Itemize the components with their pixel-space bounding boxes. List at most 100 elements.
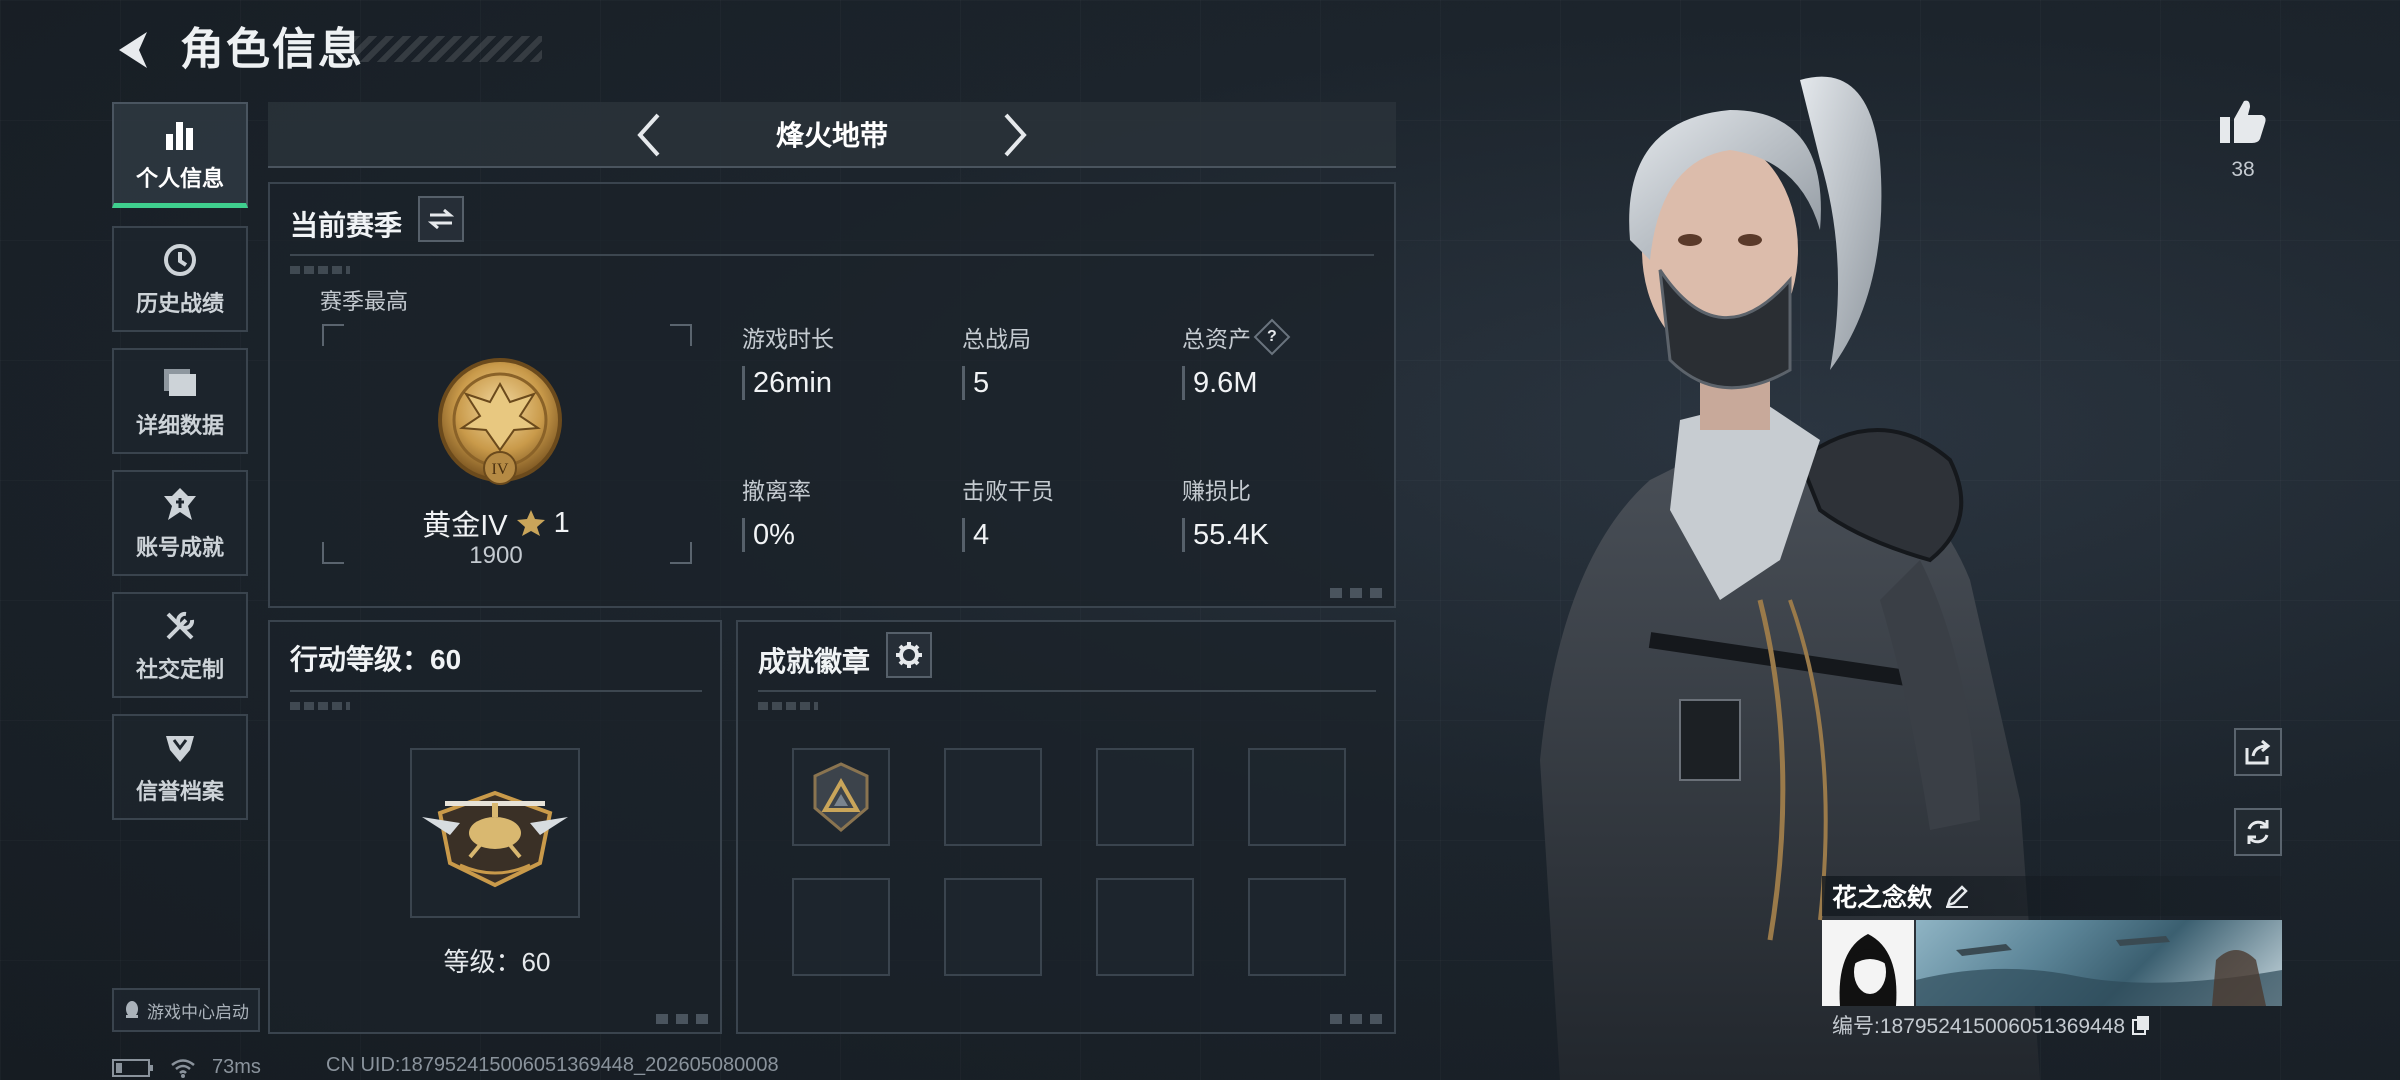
stat-value: 0% bbox=[753, 518, 795, 551]
badge-slot-2[interactable] bbox=[944, 748, 1042, 846]
mode-title: 烽火地带 bbox=[775, 120, 888, 151]
frame-corner bbox=[322, 324, 344, 346]
decorative-lines bbox=[758, 702, 818, 710]
sidebar-item-history[interactable]: 历史战绩 bbox=[112, 226, 248, 332]
stat-value: 9.6M bbox=[1193, 366, 1258, 399]
season-best-label: 赛季最高 bbox=[320, 289, 409, 314]
back-arrow-icon bbox=[119, 32, 147, 68]
stat-label: 游戏时长 bbox=[742, 326, 834, 352]
sidebar-item-reputation[interactable]: 信誉档案 bbox=[112, 714, 248, 820]
refresh-button[interactable] bbox=[2234, 808, 2282, 856]
chevron-right-icon bbox=[1004, 113, 1027, 157]
star-icon bbox=[516, 510, 545, 536]
current-season-panel: 当前赛季 赛季最高 IV 黄金IV 1 1900 游戏时长 26min 总战局 … bbox=[268, 182, 1396, 608]
wifi-icon bbox=[171, 1058, 195, 1078]
share-button[interactable] bbox=[2234, 728, 2282, 776]
thumbs-up-icon bbox=[2220, 100, 2266, 143]
rank-stars: 1 bbox=[553, 506, 570, 539]
panel-decoration bbox=[656, 1014, 712, 1024]
tools-icon bbox=[160, 606, 200, 646]
emblem-numeral: IV bbox=[492, 461, 509, 478]
previous-mode-button[interactable] bbox=[626, 112, 672, 158]
sidebar-item-social-custom[interactable]: 社交定制 bbox=[112, 592, 248, 698]
season-switch-button[interactable] bbox=[418, 196, 464, 242]
helicopter-level-emblem bbox=[422, 790, 568, 888]
like-button[interactable] bbox=[2214, 92, 2272, 150]
badges-title: 成就徽章 bbox=[758, 646, 871, 677]
stat-value: 5 bbox=[973, 366, 990, 399]
profile-banner[interactable] bbox=[1916, 920, 2282, 1006]
swap-arrows-icon bbox=[428, 208, 454, 230]
refresh-icon bbox=[2247, 820, 2269, 844]
player-id-row: 编号:187952415006051369448 bbox=[1832, 1010, 2151, 1040]
bar-chart-icon bbox=[160, 115, 200, 155]
rank-name-row: 黄金IV 1 bbox=[270, 502, 722, 544]
stat-bar bbox=[742, 366, 745, 400]
decorative-lines bbox=[290, 266, 350, 274]
sidebar-item-label: 历史战绩 bbox=[135, 291, 224, 316]
action-level-title: 行动等级：60 bbox=[290, 644, 462, 675]
stat-operators-defeated: 击败干员 4 bbox=[962, 472, 1054, 552]
badge-slot-7[interactable] bbox=[1096, 878, 1194, 976]
stat-total-matches: 总战局 5 bbox=[962, 320, 1031, 400]
player-name: 花之念欸 bbox=[1832, 884, 1933, 912]
action-level-panel: 行动等级：60 等级：60 bbox=[268, 620, 722, 1034]
sidebar-item-label: 信誉档案 bbox=[135, 779, 224, 804]
mode-selector: 烽火地带 bbox=[268, 102, 1396, 168]
chevron-left-icon bbox=[637, 113, 660, 157]
next-mode-button[interactable] bbox=[992, 112, 1038, 158]
stat-label: 总战局 bbox=[962, 326, 1031, 352]
level-label: 等级：60 bbox=[443, 947, 551, 977]
badges-divider bbox=[758, 690, 1376, 692]
sidebar-item-label: 账号成就 bbox=[135, 535, 224, 560]
badge-slot-3[interactable] bbox=[1096, 748, 1194, 846]
gold-rank-emblem: IV bbox=[430, 350, 570, 500]
panel-decoration bbox=[1330, 1014, 1386, 1024]
avatar[interactable] bbox=[1822, 920, 1914, 1006]
season-divider bbox=[290, 254, 1374, 256]
season-title: 当前赛季 bbox=[290, 210, 403, 241]
achievement-medal-icon bbox=[160, 484, 200, 524]
help-button[interactable]: ? bbox=[1253, 318, 1291, 356]
folder-icon bbox=[160, 362, 200, 402]
badge-slot-4[interactable] bbox=[1248, 748, 1346, 846]
share-icon bbox=[2245, 739, 2271, 765]
sidebar-item-detailed-data[interactable]: 详细数据 bbox=[112, 348, 248, 454]
history-clock-icon bbox=[160, 240, 200, 280]
level-emblem-frame bbox=[410, 748, 580, 918]
copy-icon[interactable] bbox=[2131, 1014, 2151, 1036]
level-divider bbox=[290, 690, 702, 692]
stat-profit-loss-ratio: 赚损比 55.4K bbox=[1182, 472, 1269, 552]
game-center-launch-button[interactable]: 游戏中心启动 bbox=[112, 988, 260, 1032]
badge-settings-button[interactable] bbox=[886, 632, 932, 678]
like-count: 38 bbox=[2231, 158, 2255, 181]
stat-play-time: 游戏时长 26min bbox=[742, 320, 834, 400]
stat-bar bbox=[1182, 518, 1185, 552]
sidebar-item-personal-info[interactable]: 个人信息 bbox=[112, 102, 248, 208]
panel-decoration bbox=[1330, 588, 1386, 598]
stat-bar bbox=[962, 518, 965, 552]
badge-slot-1[interactable] bbox=[792, 748, 890, 846]
profile-name-bar: 花之念欸 bbox=[1822, 876, 2282, 916]
edit-pencil-icon[interactable] bbox=[1944, 883, 1970, 909]
battery-icon bbox=[112, 1058, 153, 1077]
sidebar-item-label: 个人信息 bbox=[135, 165, 224, 191]
uid-text: CN UID:187952415006051369448_20260508000… bbox=[326, 1054, 779, 1076]
stat-label: 撤离率 bbox=[742, 478, 811, 504]
qq-penguin-icon bbox=[126, 1001, 138, 1018]
stat-value: 4 bbox=[973, 518, 990, 551]
sidebar-item-label: 详细数据 bbox=[135, 413, 224, 438]
sidebar-item-achievements[interactable]: 账号成就 bbox=[112, 470, 248, 576]
rank-score: 1900 bbox=[469, 542, 523, 569]
badge-slot-5[interactable] bbox=[792, 878, 890, 976]
back-button[interactable] bbox=[110, 22, 156, 78]
badge-slot-8[interactable] bbox=[1248, 878, 1346, 976]
stat-value: 26min bbox=[753, 366, 832, 399]
achievement-badges-panel: 成就徽章 bbox=[736, 620, 1396, 1034]
status-bar: 73ms bbox=[112, 1056, 261, 1079]
stat-label: 总资产 bbox=[1182, 326, 1251, 352]
stat-bar bbox=[962, 366, 965, 400]
sidebar-item-label: 社交定制 bbox=[135, 657, 224, 682]
badge-slot-6[interactable] bbox=[944, 878, 1042, 976]
stat-bar bbox=[1182, 366, 1185, 400]
